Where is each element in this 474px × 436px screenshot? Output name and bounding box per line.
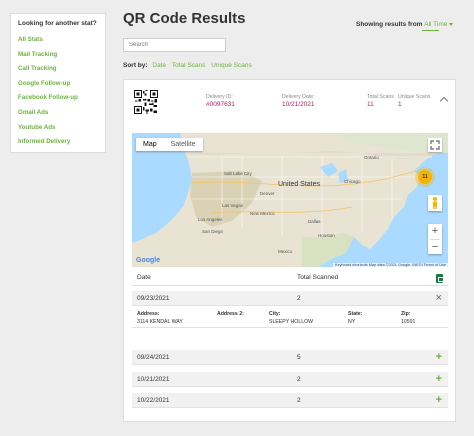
sidebar-item-gmail-ads[interactable]: Gmail Ads (18, 109, 98, 116)
zoom-in-icon[interactable]: + (428, 224, 442, 239)
sort-bar: Sort by: Date Total Scans Unique Scans (123, 62, 256, 69)
address-value: 3114 KENDAL WAY (137, 319, 183, 325)
table-row[interactable]: 10/22/2021 2 + (132, 393, 448, 408)
state-value: NY (348, 319, 356, 325)
date-column-header: Date (137, 274, 151, 281)
sidebar-title: Looking for another stat? (18, 20, 97, 27)
qr-result-card: Delivery ID: #0097631 Delivery Date: 10/… (123, 79, 456, 422)
map-place-label: Chicago (344, 179, 361, 184)
row-total: 5 (297, 354, 301, 361)
total-scanned-column-header: Total Scanned (297, 274, 339, 281)
row-total: 2 (297, 397, 301, 404)
fullscreen-icon[interactable] (428, 138, 442, 152)
page-title: QR Code Results (123, 10, 246, 27)
map-place-label: Denver (260, 191, 275, 196)
expand-plus-icon[interactable]: + (436, 351, 442, 363)
table-row[interactable]: 09/24/2021 5 + (132, 350, 448, 365)
address-label: Address: (137, 311, 160, 317)
map-place-label: San Diego (202, 229, 224, 234)
row-date: 10/22/2021 (137, 397, 170, 404)
row-detail: Address: 3114 KENDAL WAY Address 2: City… (132, 308, 448, 328)
map-country-label: United States (278, 181, 321, 188)
zip-value: 10591 (401, 319, 416, 325)
expand-plus-icon[interactable]: + (436, 373, 442, 385)
map-place-label: Dallas (308, 219, 321, 224)
zoom-out-icon[interactable]: − (428, 240, 442, 255)
unique-scans-value: 1 (398, 101, 402, 108)
map-tab-map[interactable]: Map (136, 138, 164, 151)
city-value: SLEEPY HOLLOW (269, 319, 314, 325)
range-underline (422, 30, 439, 31)
address2-label: Address 2: (217, 311, 244, 317)
state-label: State: (348, 311, 363, 317)
total-scans-value: 11 (367, 101, 374, 108)
row-total: 2 (297, 376, 301, 383)
map-place-label: Ontario (364, 155, 379, 160)
sort-unique-scans-link[interactable]: Unique Scans (211, 62, 251, 69)
row-date: 09/24/2021 (137, 354, 170, 361)
showing-label: Showing results from (356, 21, 423, 28)
map-attribution[interactable]: Keyboard shortcuts Map data ©2021 Google… (333, 263, 448, 267)
qr-code-icon (134, 90, 158, 114)
map-tab-satellite[interactable]: Satellite (164, 138, 203, 151)
zip-label: Zip: (401, 311, 411, 317)
sort-label: Sort by: (123, 62, 148, 69)
total-scans-label: Total Scans (367, 94, 394, 100)
map-type-tabs: Map Satellite (136, 138, 203, 151)
sidebar-item-facebook-follow-up[interactable]: Facebook Follow-up (18, 94, 98, 101)
table-row[interactable]: 09/23/2021 2 × (132, 291, 448, 306)
row-date: 09/23/2021 (137, 295, 170, 302)
chevron-up-icon[interactable] (439, 96, 449, 106)
sidebar-item-google-follow-up[interactable]: Google Follow-up (18, 80, 98, 87)
sidebar-item-all-stats[interactable]: All Stats (18, 36, 98, 43)
delivery-id-label: Delivery ID: (206, 94, 233, 100)
showing-results: Showing results from All Time (356, 21, 453, 28)
row-total: 2 (297, 295, 301, 302)
zoom-controls: + − (428, 224, 442, 254)
sidebar-item-mail-tracking[interactable]: Mail Tracking (18, 51, 98, 58)
excel-export-icon[interactable] (436, 274, 444, 283)
street-view-pegman-icon[interactable] (428, 195, 442, 211)
google-logo: Google (136, 257, 161, 264)
search-input[interactable] (123, 38, 226, 52)
delivery-date-value: 10/21/2021 (282, 101, 315, 108)
stats-sidebar: Looking for another stat? All Stats Mail… (10, 13, 106, 153)
range-dropdown[interactable]: All Time (424, 21, 453, 28)
map-place-label: Los Angeles (198, 217, 223, 222)
table-row[interactable]: 10/21/2021 2 + (132, 372, 448, 387)
map-place-label: Houston (318, 233, 335, 238)
map-place-label: Mexico (278, 249, 293, 254)
sort-total-scans-link[interactable]: Total Scans (172, 62, 206, 69)
sidebar-item-youtube-ads[interactable]: Youtube Ads (18, 124, 98, 131)
map-background (132, 133, 448, 267)
unique-scans-label: Unique Scans (398, 94, 431, 100)
scan-cluster-marker[interactable]: 11 (418, 170, 432, 184)
map-place-label: New Mexico (250, 211, 275, 216)
expand-plus-icon[interactable]: + (436, 394, 442, 406)
delivery-date-label: Delivery Date: (282, 94, 315, 100)
sidebar-item-informed-delivery[interactable]: Informed Delivery (18, 138, 98, 145)
sort-date-link[interactable]: Date (152, 62, 166, 69)
map-place-label: Las Vegas (222, 203, 244, 208)
row-date: 10/21/2021 (137, 376, 170, 383)
city-label: City: (269, 311, 281, 317)
scan-location-map[interactable]: Map Satellite United States Salt Lake Ci… (132, 133, 448, 267)
sidebar-item-call-tracking[interactable]: Call Tracking (18, 65, 98, 72)
scans-table-header: Date Total Scanned (132, 272, 448, 286)
close-icon[interactable]: × (436, 292, 442, 304)
delivery-id-value: #0097631 (206, 101, 235, 108)
map-place-label: Salt Lake City (224, 171, 252, 176)
